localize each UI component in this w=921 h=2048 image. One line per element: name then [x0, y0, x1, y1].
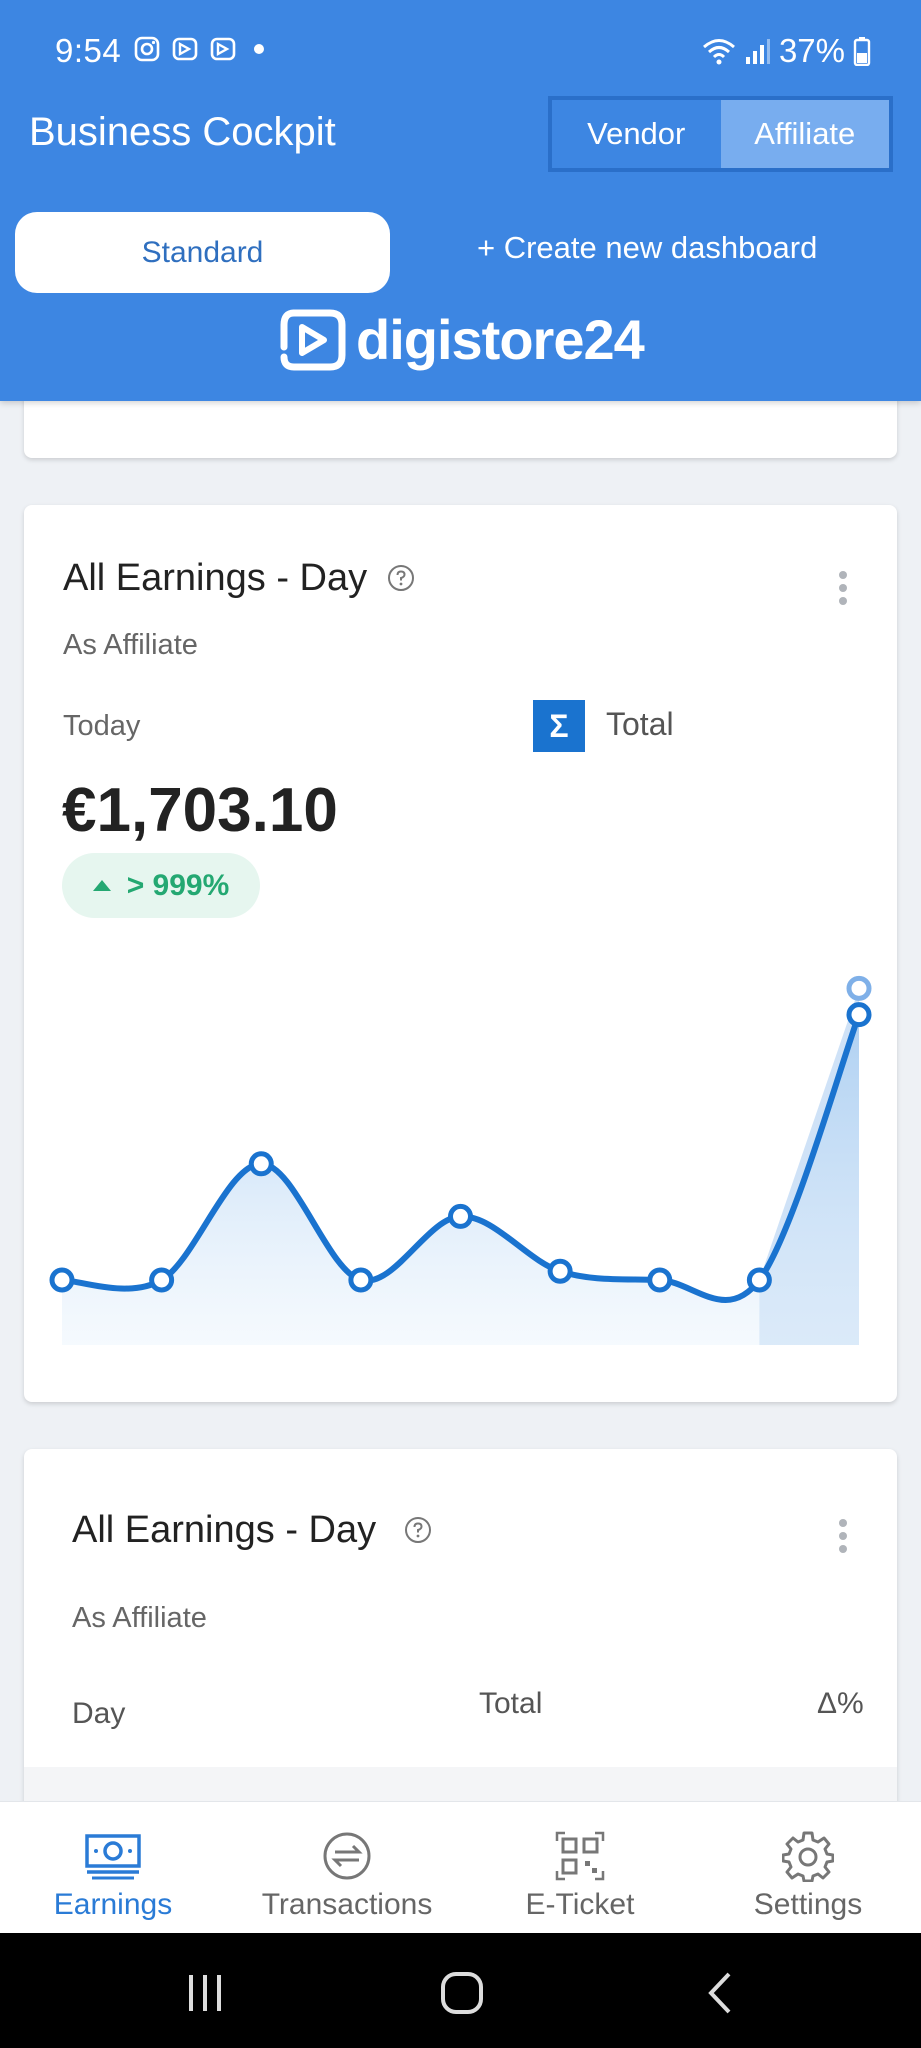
help-icon[interactable] — [387, 564, 415, 592]
instagram-icon — [134, 36, 160, 62]
chart-data-point[interactable] — [448, 1203, 473, 1229]
help-icon[interactable] — [404, 1516, 432, 1544]
nav-label: E-Ticket — [525, 1888, 635, 1921]
transfer-icon — [323, 1832, 371, 1880]
chart-data-point[interactable] — [547, 1258, 573, 1284]
column-header-day: Day — [72, 1697, 126, 1730]
chart-highlight-point[interactable] — [846, 975, 872, 1001]
affiliate-toggle[interactable]: Affiliate — [720, 100, 889, 168]
nav-earnings[interactable]: Earnings — [50, 1802, 176, 1934]
signal-icon — [745, 39, 770, 64]
dashboard-tab-standard[interactable]: Standard — [15, 212, 390, 293]
earnings-table-widget: All Earnings - Day As Affiliate Day Tota… — [24, 1449, 897, 1849]
chart-data-point[interactable] — [348, 1267, 374, 1293]
earnings-amount: €1,703.10 — [62, 776, 338, 845]
nav-settings[interactable]: Settings — [748, 1802, 868, 1934]
widget-title: All Earnings - Day — [63, 557, 368, 599]
digistore24-logo: digistore24 — [280, 307, 645, 372]
earnings-chart-widget: All Earnings - Day As Affiliate Today Σ … — [24, 505, 897, 1402]
wifi-icon — [702, 39, 735, 65]
change-badge: > 999% — [62, 853, 260, 918]
sigma-icon[interactable]: Σ — [533, 700, 585, 752]
system-navigation-bar — [0, 1933, 921, 2048]
change-value: > 999% — [126, 868, 230, 902]
digistore-notification-icon — [210, 37, 236, 61]
nav-e-ticket[interactable]: E-Ticket — [520, 1802, 640, 1934]
nav-label: Earnings — [53, 1888, 173, 1921]
chart-data-point[interactable] — [846, 1002, 872, 1028]
logo-text: digistore24 — [356, 308, 645, 371]
dot-icon — [254, 44, 264, 54]
home-icon[interactable] — [440, 1971, 484, 2015]
chart-data-point[interactable] — [248, 1151, 274, 1177]
column-header-total: Total — [479, 1687, 543, 1720]
battery-percent: 37% — [778, 32, 845, 69]
metric-label: Total — [606, 706, 674, 742]
digistore-logo-icon — [280, 309, 346, 370]
period-label: Today — [63, 710, 141, 742]
more-options-icon[interactable] — [839, 1519, 849, 1553]
chart-data-point[interactable] — [746, 1267, 772, 1293]
nav-transactions[interactable]: Transactions — [255, 1802, 439, 1934]
battery-icon — [853, 37, 871, 66]
column-header-delta: Δ% — [817, 1687, 864, 1720]
banknote-icon — [85, 1834, 141, 1880]
status-right: 37% — [701, 32, 871, 70]
bottom-navigation: Earnings Transactions E-Ticket Settings — [0, 1801, 921, 1933]
chart-data-point[interactable] — [647, 1267, 673, 1293]
app-header: 9:54 37% Business Cockpit Vendor Affilia… — [0, 0, 921, 401]
chart-data-point[interactable] — [49, 1267, 75, 1293]
digistore-notification-icon — [172, 37, 198, 61]
earnings-line-chart — [49, 975, 872, 1345]
page-title: Business Cockpit — [29, 110, 336, 154]
nav-label: Settings — [753, 1888, 863, 1921]
chart-data-point[interactable] — [149, 1267, 175, 1293]
qr-code-icon — [555, 1831, 605, 1881]
back-icon[interactable] — [705, 1971, 735, 2015]
gear-icon — [782, 1831, 834, 1882]
create-dashboard-button[interactable]: + Create new dashboard — [477, 230, 817, 266]
widget-subtitle: As Affiliate — [63, 629, 198, 661]
widget-title: All Earnings - Day — [72, 1509, 377, 1551]
status-time: 9:54 — [55, 32, 122, 69]
nav-label: Transactions — [261, 1888, 433, 1921]
role-segmented-control: Vendor Affiliate — [548, 96, 893, 172]
status-bar: 9:54 37% — [0, 0, 921, 104]
notification-icons — [134, 36, 270, 62]
widget-subtitle: As Affiliate — [72, 1602, 207, 1634]
more-options-icon[interactable] — [839, 571, 849, 605]
recent-apps-icon[interactable] — [185, 1973, 225, 2013]
arrow-up-icon — [92, 880, 111, 891]
vendor-toggle[interactable]: Vendor — [552, 100, 721, 168]
